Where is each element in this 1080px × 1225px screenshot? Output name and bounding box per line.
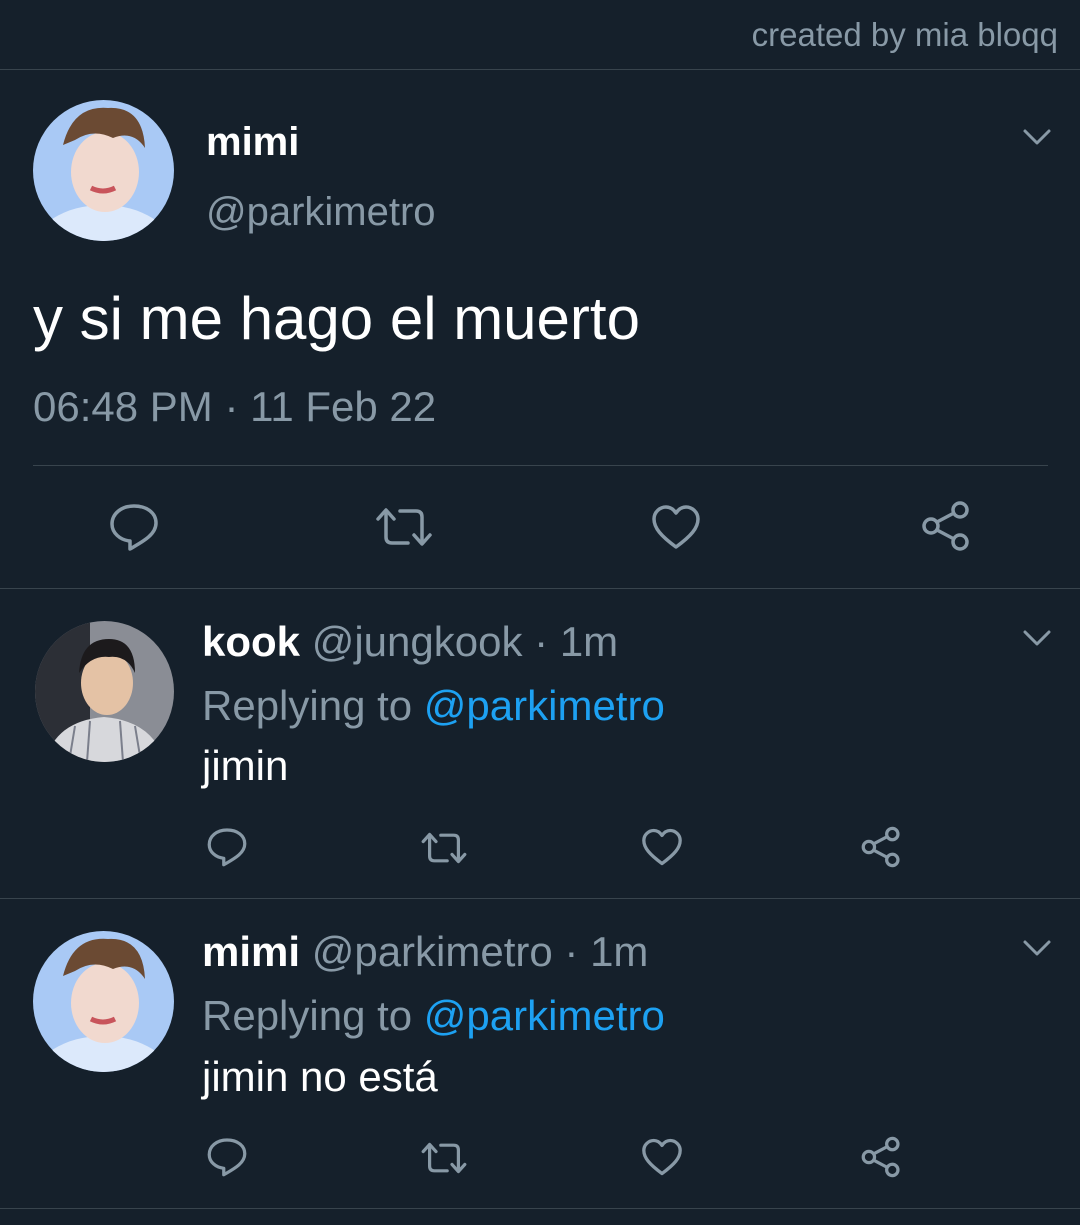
reply-author-handle[interactable]: @parkimetro [312,928,553,975]
retweet-icon[interactable] [420,1140,468,1176]
author-handle[interactable]: @parkimetro [206,190,436,235]
share-icon[interactable] [920,500,972,552]
share-icon[interactable] [860,826,902,868]
replying-prefix: Replying to [202,992,413,1039]
avatar-mimi[interactable] [33,100,174,241]
like-icon[interactable] [651,504,701,550]
author-name[interactable]: mimi [206,120,299,165]
replying-to: Replying to @parkimetro [202,992,665,1040]
top-divider [0,69,1080,70]
reply-text: jimin [202,742,289,789]
reply-text: jimin no está [202,1053,438,1100]
tweet-text: y si me hago el muerto [33,285,640,352]
comment-icon[interactable] [108,502,160,552]
mention-link[interactable]: @parkimetro [424,682,665,729]
replying-prefix: Replying to [202,682,413,729]
avatar-kook[interactable] [35,621,174,762]
tweet-time: 06:48 PM [33,383,213,430]
chevron-down-icon[interactable] [1022,939,1052,957]
credit-text: created by mia bloqq [751,16,1058,53]
tweet-divider [33,465,1048,466]
like-icon[interactable] [641,828,683,866]
tweet-date: 11 Feb 22 [250,383,437,430]
reply-age: 1m [559,618,619,665]
comment-icon[interactable] [206,1136,248,1178]
reply-age: 1m [590,928,649,975]
comment-icon[interactable] [206,826,248,868]
chevron-down-icon[interactable] [1022,128,1052,146]
reply-separator: · [564,928,579,975]
like-icon[interactable] [641,1138,683,1176]
reply-author-handle[interactable]: @jungkook [312,618,523,665]
reply-header: kook @jungkook · 1m [202,618,618,666]
share-icon[interactable] [860,1136,902,1178]
section-divider [0,898,1080,899]
timestamp-separator: · [224,383,239,430]
reply-separator: · [534,618,549,665]
mention-link[interactable]: @parkimetro [424,992,665,1039]
tweet-timestamp: 06:48 PM · 11 Feb 22 [33,383,436,431]
reply-author-name[interactable]: mimi [202,928,300,975]
section-divider [0,588,1080,589]
chevron-down-icon[interactable] [1022,629,1052,647]
section-divider [0,1208,1080,1209]
avatar-mimi[interactable] [33,931,174,1072]
retweet-icon[interactable] [374,505,434,549]
reply-author-name[interactable]: kook [202,618,300,665]
retweet-icon[interactable] [420,830,468,866]
reply-header: mimi @parkimetro · 1m [202,928,648,976]
replying-to: Replying to @parkimetro [202,682,665,730]
